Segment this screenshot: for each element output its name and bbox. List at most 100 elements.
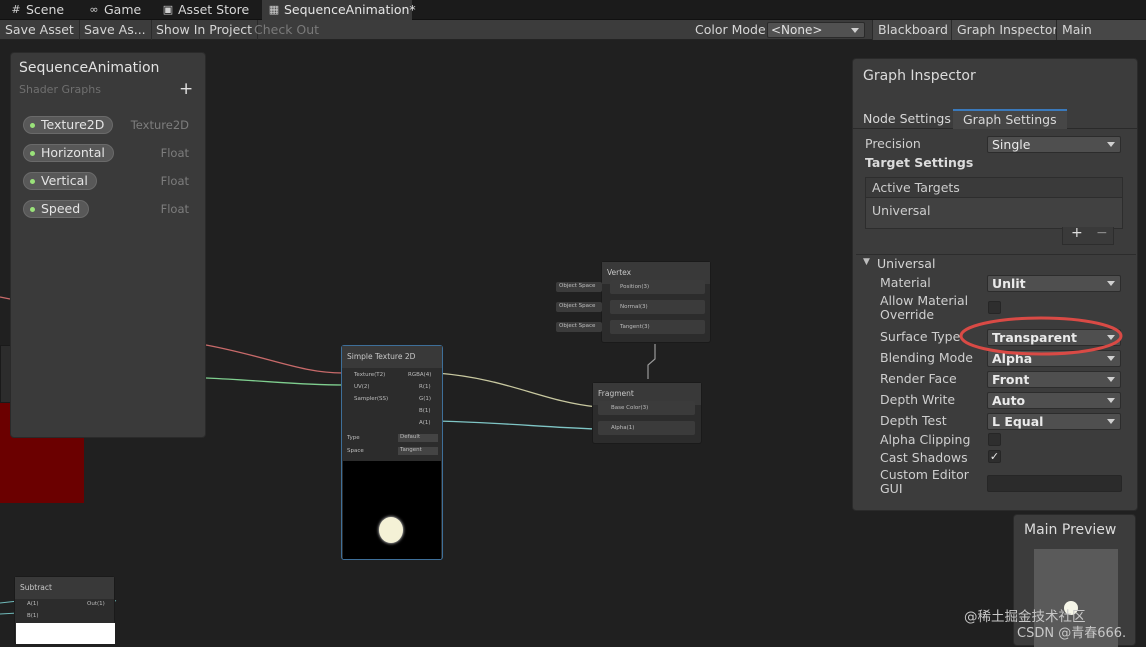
sample-texture-title: Simple Texture 2D <box>342 346 442 368</box>
section-title: Universal <box>877 256 936 271</box>
universal-section-header[interactable]: ▼ Universal <box>856 254 1136 272</box>
property-name: Horizontal <box>41 145 105 160</box>
port-label: UV(2) <box>354 384 370 390</box>
type-label: Type <box>347 435 360 441</box>
tab-graph-settings[interactable]: Graph Settings <box>953 109 1067 129</box>
fragment-node[interactable]: Fragment Base Color(3) Alpha(1) <box>592 382 702 444</box>
tab-asset-store[interactable]: ▣ Asset Store <box>156 0 256 20</box>
material-label: Material <box>880 275 931 290</box>
vertex-slot[interactable]: Position(3) <box>610 280 705 294</box>
cast-shadows-label: Cast Shadows <box>880 450 968 465</box>
highlight-ellipse <box>959 316 1123 356</box>
inspector-title: Graph Inspector <box>863 68 976 84</box>
save-asset-button[interactable]: Save Asset <box>0 20 80 40</box>
port-label: B(1) <box>27 613 39 619</box>
add-property-button[interactable]: + <box>179 79 193 99</box>
depth-write-value: Auto <box>992 393 1026 408</box>
subtract-preview <box>16 623 115 644</box>
sample-texture-node[interactable]: Simple Texture 2D Texture(T2) UV(2) Samp… <box>341 345 443 560</box>
port-label: Base Color(3) <box>611 405 649 411</box>
target-list-buttons: + − <box>1062 225 1114 245</box>
property-name: Vertical <box>41 173 88 188</box>
custom-editor-gui-field[interactable] <box>987 475 1122 492</box>
alpha-clipping-label: Alpha Clipping <box>880 432 971 447</box>
render-face-value: Front <box>992 372 1030 387</box>
property-name: Speed <box>41 201 81 216</box>
property-type: Texture2D <box>130 118 189 132</box>
edge-uv <box>205 377 344 386</box>
store-bag-icon: ▣ <box>162 3 174 16</box>
active-targets-header: Active Targets <box>866 178 1122 198</box>
blackboard-panel: SequenceAnimation Shader Graphs + Textur… <box>10 52 206 438</box>
subtract-node[interactable]: Subtract A(1) B(1) Out(1) <box>14 576 115 644</box>
tab-sequence-animation[interactable]: ▦ SequenceAnimation* <box>262 0 416 20</box>
tab-game[interactable]: ∞ Game <box>82 0 152 20</box>
material-dropdown[interactable]: Unlit <box>987 275 1121 292</box>
space-dropdown[interactable]: Tangent <box>398 447 438 455</box>
depth-write-dropdown[interactable]: Auto <box>987 392 1121 409</box>
tab-label: SequenceAnimation* <box>284 2 416 17</box>
blackboard-toggle[interactable]: Blackboard <box>872 20 953 40</box>
space-input-chip[interactable]: Object Space <box>556 302 602 312</box>
space-input-chip[interactable]: Object Space <box>556 282 602 292</box>
tab-label: Asset Store <box>178 2 250 17</box>
space-input-chip[interactable]: Object Space <box>556 322 602 332</box>
add-target-button[interactable]: + <box>1071 225 1083 241</box>
chevron-down-icon <box>1107 398 1115 403</box>
property-type: Float <box>160 146 189 160</box>
tab-scene[interactable]: # Scene <box>4 0 72 20</box>
edge-vertex-fragment <box>647 344 656 379</box>
port-label: Position(3) <box>620 284 650 290</box>
graph-inspector-toggle[interactable]: Graph Inspector <box>951 20 1063 40</box>
depth-write-label: Depth Write <box>880 392 956 407</box>
port-label: R(1) <box>419 384 431 390</box>
gamepad-icon: ∞ <box>89 3 99 16</box>
precision-dropdown[interactable]: Single <box>987 136 1121 153</box>
check-out-button[interactable]: Check Out <box>249 20 324 40</box>
type-dropdown[interactable]: Default <box>398 434 438 442</box>
port-label: Alpha(1) <box>611 425 635 431</box>
precision-value: Single <box>992 137 1031 152</box>
save-as-button[interactable]: Save As... <box>79 20 152 40</box>
render-face-dropdown[interactable]: Front <box>987 371 1121 388</box>
port-label: G(1) <box>419 396 432 402</box>
property-pill-speed[interactable]: Speed <box>23 200 90 218</box>
remove-target-button[interactable]: − <box>1096 225 1108 241</box>
port-label: Tangent(3) <box>620 324 650 330</box>
chevron-down-icon <box>1107 419 1115 424</box>
blackboard-title: SequenceAnimation <box>19 60 160 76</box>
material-value: Unlit <box>992 276 1026 291</box>
port-label: Out(1) <box>87 601 105 607</box>
fragment-slot[interactable]: Alpha(1) <box>598 421 695 435</box>
edge-rgba-basecolor <box>436 372 598 408</box>
triangle-down-icon: ▼ <box>863 257 870 267</box>
chevron-down-icon <box>851 28 859 33</box>
depth-test-label: Depth Test <box>880 413 947 428</box>
shader-graph-icon: ▦ <box>268 3 280 16</box>
graph-inspector-panel: Graph Inspector Node Settings Graph Sett… <box>852 58 1138 511</box>
target-item-universal[interactable]: Universal <box>872 203 930 218</box>
property-dot-icon <box>30 207 35 212</box>
property-pill-texture2d[interactable]: Texture2D <box>23 116 114 134</box>
vertex-slot[interactable]: Normal(3) <box>610 300 705 314</box>
color-mode-dropdown[interactable]: <None> <box>767 22 865 38</box>
property-pill-vertical[interactable]: Vertical <box>23 172 97 190</box>
property-pill-horizontal[interactable]: Horizontal <box>23 144 114 162</box>
tab-node-settings[interactable]: Node Settings <box>853 109 961 129</box>
property-type: Float <box>160 202 189 216</box>
show-in-project-button[interactable]: Show In Project <box>151 20 259 40</box>
property-dot-icon <box>30 179 35 184</box>
vertex-slot[interactable]: Tangent(3) <box>610 320 705 334</box>
cast-shadows-checkbox[interactable]: ✓ <box>988 450 1001 463</box>
chevron-down-icon <box>1107 142 1115 147</box>
main-preview-toggle[interactable]: Main Preview <box>1056 20 1146 57</box>
render-face-label: Render Face <box>880 371 957 386</box>
type-value: Default <box>400 434 421 440</box>
vertex-node[interactable]: Vertex Position(3) Normal(3) Tangent(3) <box>601 261 711 343</box>
color-mode-value: <None> <box>771 23 823 37</box>
inspector-tabs: Node Settings Graph Settings <box>853 109 1137 129</box>
depth-test-dropdown[interactable]: L Equal <box>987 413 1121 430</box>
alpha-clipping-checkbox[interactable] <box>988 433 1001 446</box>
space-chip-label: Object Space <box>559 303 596 309</box>
fragment-slot[interactable]: Base Color(3) <box>598 401 695 415</box>
